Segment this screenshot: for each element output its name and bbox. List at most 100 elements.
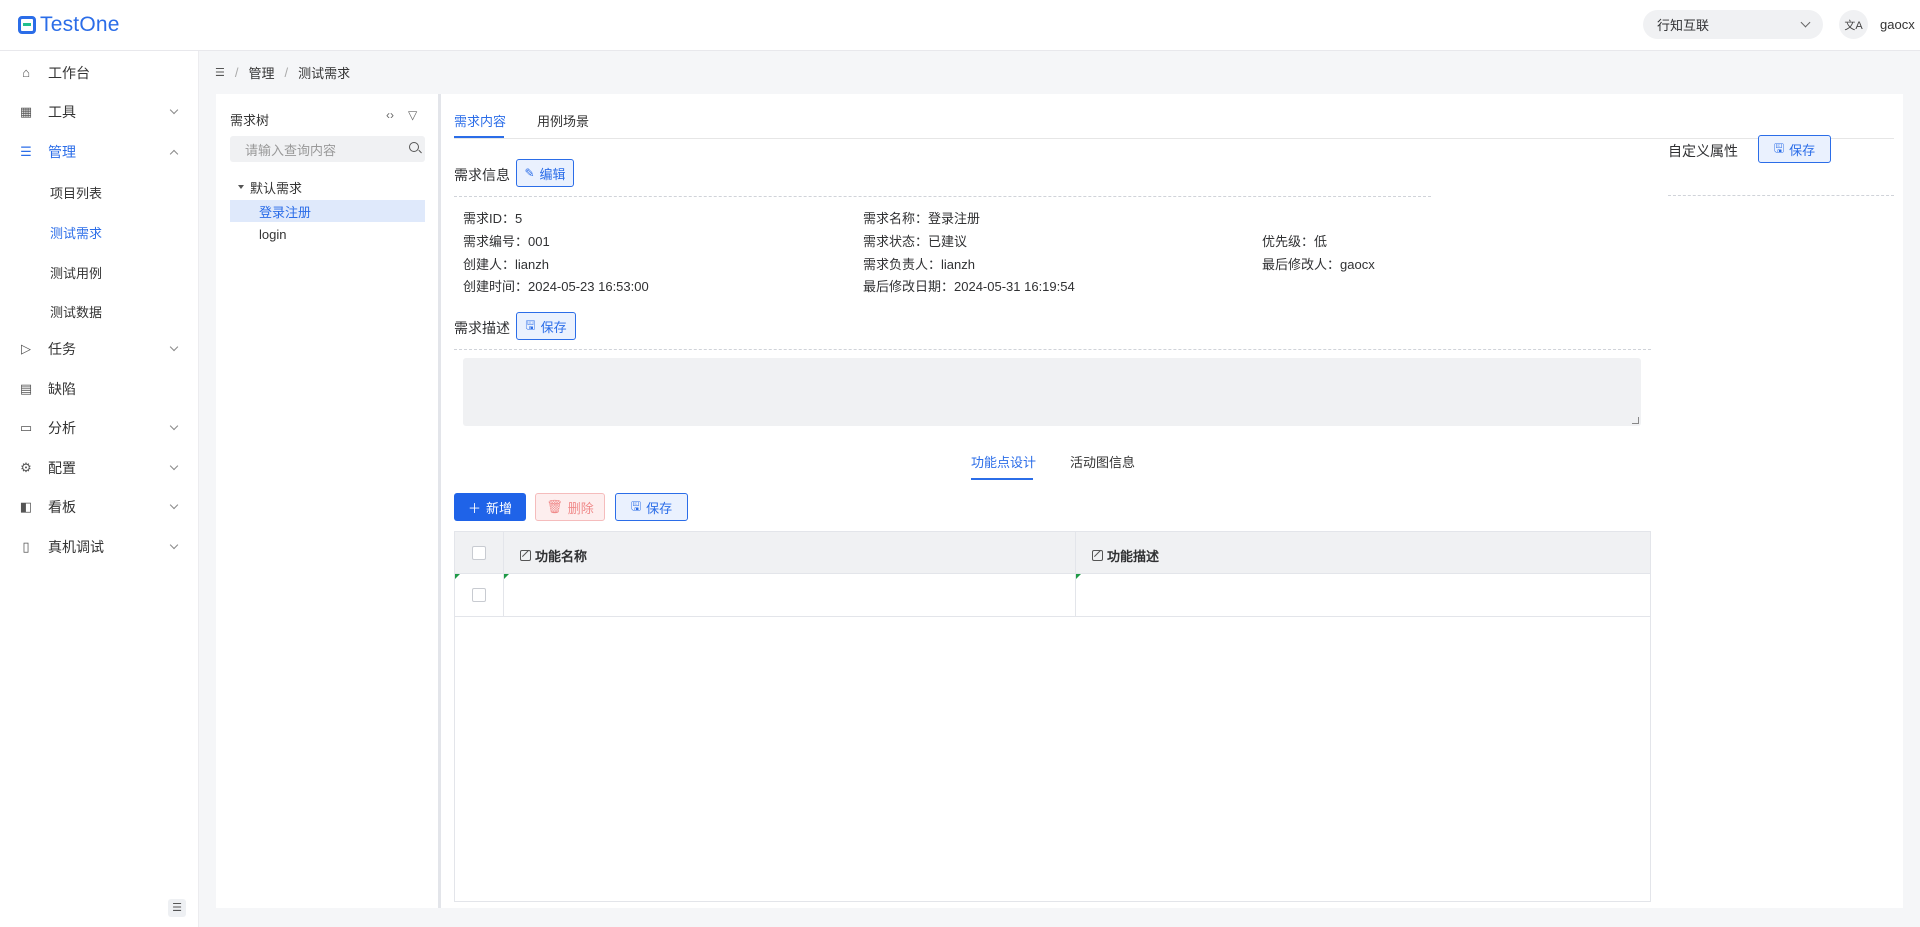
info-creator: 创建人：lianzh — [463, 257, 549, 272]
info-created-at: 创建时间：2024-05-23 16:53:00 — [463, 279, 649, 294]
tree-node-label: login — [259, 226, 287, 242]
info-number: 需求编号：001 — [463, 234, 550, 249]
tree-node-root[interactable]: 默认需求 — [230, 176, 425, 198]
chevron-down-icon — [169, 540, 179, 550]
tab-requirement-content[interactable]: 需求内容 — [454, 111, 506, 130]
tab-function-design[interactable]: 功能点设计 — [971, 452, 1036, 471]
tree-node-item[interactable]: 登录注册 — [230, 200, 425, 222]
breadcrumb-separator: / — [284, 65, 289, 80]
list-icon: ☰ — [20, 144, 32, 159]
select-all-checkbox[interactable] — [472, 546, 486, 560]
app-logo[interactable]: TestOne — [18, 13, 120, 37]
delete-button[interactable]: 🗑 删除 — [535, 493, 605, 521]
breadcrumb-current: 测试需求 — [298, 66, 351, 81]
board-icon: ◧ — [19, 499, 33, 514]
sidebar-item-defects[interactable]: ▤ 缺陷 — [0, 370, 199, 408]
edit-button[interactable]: ✎ 编辑 — [516, 159, 574, 187]
sidebar: ⌂ 工作台 ▦ 工具 ☰ 管理 项目列表 测试需求 测试用例 测试数据 ▷ 任务… — [0, 51, 199, 927]
app-name: TestOne — [40, 13, 120, 36]
expand-collapse-icon[interactable]: ‹› — [386, 108, 394, 122]
column-header-function-desc[interactable]: 功能描述 — [1092, 546, 1159, 565]
tree-search-input[interactable]: 请输入查询内容 — [230, 136, 425, 162]
tab-bar: 需求内容 用例场景 — [454, 94, 1894, 139]
chevron-down-icon — [169, 500, 179, 510]
chevron-down-icon — [169, 342, 179, 352]
chevron-down-icon — [1800, 17, 1811, 28]
save-grid-button[interactable]: 🖫 保存 — [615, 493, 688, 521]
menu-toggle-icon[interactable]: ☰ — [215, 66, 225, 79]
send-icon: ▷ — [21, 341, 31, 356]
info-name: 需求名称：登录注册 — [863, 211, 981, 226]
save-icon: 🖫 — [525, 317, 536, 332]
save-button-label: 保存 — [1789, 142, 1816, 158]
caret-down-icon[interactable] — [238, 185, 244, 189]
add-button[interactable]: ＋ 新增 — [454, 493, 526, 521]
sidebar-item-label: 看板 — [48, 499, 76, 515]
sidebar-item-tools[interactable]: ▦ 工具 — [0, 93, 199, 131]
sidebar-subitem-label: 测试用例 — [50, 266, 103, 281]
edit-icon — [520, 550, 531, 561]
sidebar-item-config[interactable]: ⚙ 配置 — [0, 449, 199, 487]
custom-attributes-title: 自定义属性 — [1668, 143, 1738, 159]
sidebar-item-tasks[interactable]: ▷ 任务 — [0, 330, 199, 368]
delete-button-label: 删除 — [567, 500, 594, 516]
top-bar: TestOne 行知互联 文A gaocx — [0, 0, 1920, 51]
save-custom-button[interactable]: 🖫 保存 — [1758, 135, 1831, 163]
info-status: 需求状态：已建议 — [863, 234, 968, 249]
tree-title: 需求树 — [230, 113, 270, 128]
breadcrumb: ☰ / 管理 / 测试需求 — [215, 63, 350, 82]
sidebar-subitem-label: 项目列表 — [50, 186, 103, 201]
org-select-value: 行知互联 — [1657, 18, 1710, 33]
info-owner: 需求负责人：lianzh — [863, 257, 975, 272]
sidebar-item-label: 缺陷 — [48, 381, 76, 397]
sidebar-item-label: 任务 — [48, 341, 76, 357]
sidebar-subitem-testcases[interactable]: 测试用例 — [0, 252, 199, 290]
tab-activity-diagram[interactable]: 活动图信息 — [1070, 452, 1135, 471]
row-checkbox[interactable] — [472, 588, 486, 602]
sidebar-subitem-testdata[interactable]: 测试数据 — [0, 291, 199, 329]
save-description-button[interactable]: 🖫 保存 — [516, 312, 576, 340]
sidebar-subitem-requirements[interactable]: 测试需求 — [0, 212, 199, 250]
tab-case-scenario[interactable]: 用例场景 — [537, 111, 589, 130]
divider — [1668, 195, 1894, 196]
divider — [454, 196, 1431, 197]
breadcrumb-item[interactable]: 管理 — [249, 63, 275, 82]
sidebar-item-workbench[interactable]: ⌂ 工作台 — [0, 54, 199, 92]
sidebar-subitem-projects[interactable]: 项目列表 — [0, 172, 199, 210]
info-id: 需求ID：5 — [463, 211, 523, 226]
edit-button-label: 编辑 — [539, 166, 566, 182]
search-icon[interactable] — [409, 142, 419, 152]
save-button-label: 保存 — [646, 500, 673, 516]
org-select[interactable]: 行知互联 — [1643, 10, 1823, 39]
user-name[interactable]: gaocx — [1880, 17, 1915, 32]
logo-icon — [18, 16, 36, 34]
sidebar-item-label: 配置 — [48, 460, 76, 476]
edit-icon: ✎ — [524, 166, 535, 180]
chevron-down-icon — [169, 461, 179, 471]
chevron-down-icon — [169, 105, 179, 115]
column-header-function-name[interactable]: 功能名称 — [520, 546, 587, 565]
collapse-sidebar-icon[interactable]: ☰ — [168, 899, 186, 917]
info-priority: 优先级：低 — [1262, 234, 1328, 249]
sidebar-item-manage[interactable]: ☰ 管理 — [0, 133, 199, 171]
sidebar-item-board[interactable]: ◧ 看板 — [0, 488, 199, 526]
sidebar-item-device-debug[interactable]: ▯ 真机调试 — [0, 528, 199, 566]
sidebar-item-label: 工具 — [48, 104, 76, 120]
table-row — [455, 574, 1650, 617]
requirement-tree-panel: 需求树 ‹› ▽ 请输入查询内容 默认需求 登录注册 login — [216, 94, 439, 908]
description-title: 需求描述 — [454, 320, 510, 336]
column-header-label: 功能描述 — [1107, 549, 1160, 564]
requirement-info-title: 需求信息 — [454, 167, 510, 183]
sidebar-item-analysis[interactable]: ▭ 分析 — [0, 409, 199, 447]
translate-icon[interactable]: 文A — [1839, 10, 1868, 39]
calendar-icon: ▭ — [19, 420, 33, 435]
edit-icon — [1092, 550, 1103, 561]
tree-node-item[interactable]: login — [230, 223, 425, 245]
sidebar-subitem-label: 测试需求 — [50, 226, 103, 241]
sidebar-subitem-label: 测试数据 — [50, 305, 103, 320]
info-modifier: 最后修改人：gaocx — [1262, 257, 1375, 272]
filter-icon[interactable]: ▽ — [408, 108, 417, 122]
description-textarea[interactable] — [463, 358, 1641, 426]
plus-icon: ＋ — [467, 500, 481, 516]
dirty-cell-marker — [504, 574, 509, 579]
